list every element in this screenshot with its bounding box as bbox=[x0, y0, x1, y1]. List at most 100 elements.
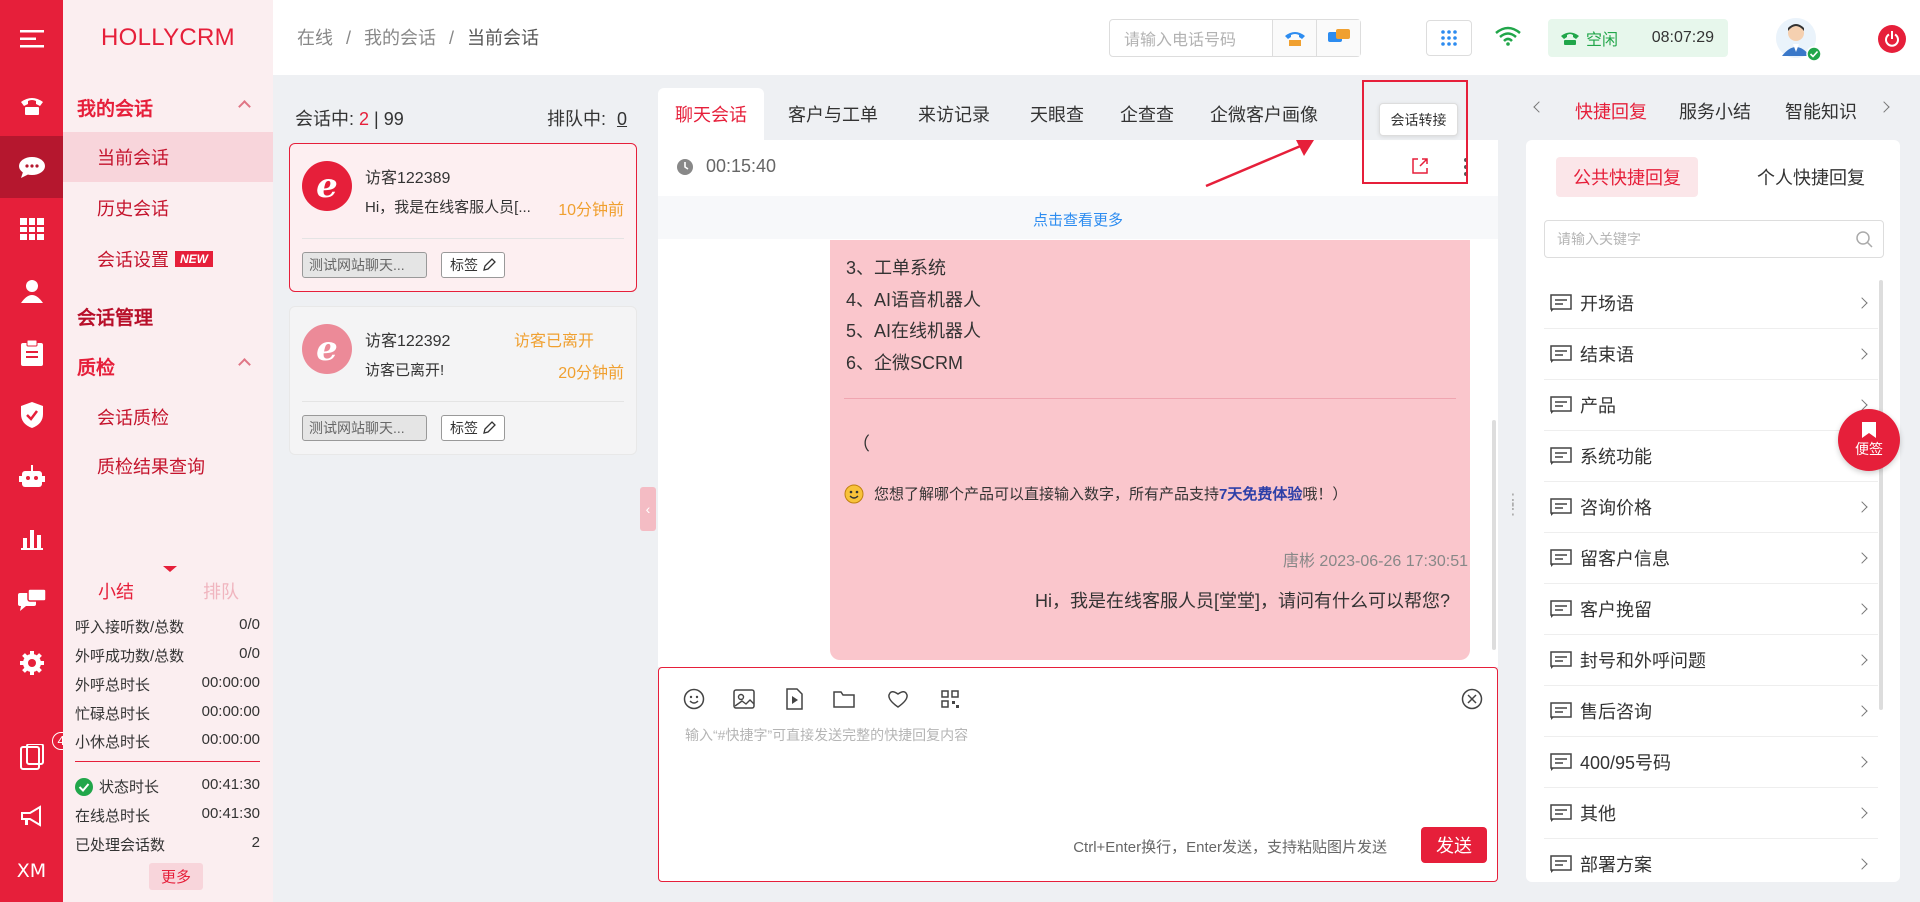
browser-icon: e bbox=[302, 324, 352, 374]
last-message: 访客已离开! bbox=[365, 362, 445, 379]
phone-input[interactable]: 请输入电话号码 bbox=[1110, 26, 1272, 50]
image-icon[interactable] bbox=[731, 686, 757, 712]
chevron-up-icon[interactable] bbox=[238, 100, 251, 113]
agent-message-bubble: Hi，我是在线客服人员[堂堂]，请问有什么可以帮您? bbox=[1016, 578, 1468, 622]
nav-item-session-settings[interactable]: 会话设置 NEW bbox=[63, 234, 273, 284]
more-button[interactable]: 更多 bbox=[149, 863, 203, 890]
message-composer: 输入“#快捷字”可直接发送完整的快捷回复内容 Ctrl+Enter换行，Ente… bbox=[658, 667, 1498, 882]
tab-service-summary[interactable]: 服务小结 bbox=[1679, 98, 1751, 124]
folder-icon[interactable] bbox=[831, 686, 857, 712]
nav-item-session-quality[interactable]: 会话质检 bbox=[63, 392, 273, 442]
tab-tianyancha[interactable]: 天眼查 bbox=[1030, 88, 1084, 140]
list-item[interactable]: 封号和外呼问题 bbox=[1544, 635, 1878, 686]
nav-section-session-management[interactable]: 会话管理 bbox=[77, 303, 153, 330]
tab-chat-session[interactable]: 聊天会话 bbox=[658, 88, 764, 140]
menu-icon[interactable] bbox=[0, 8, 63, 70]
list-scrollbar[interactable] bbox=[1879, 280, 1883, 710]
active-sessions-counter: 会话中: 2 | 99 bbox=[295, 109, 404, 129]
messages-icon[interactable] bbox=[0, 570, 63, 632]
label-button[interactable]: 标签 bbox=[441, 415, 505, 441]
close-icon[interactable] bbox=[1459, 686, 1485, 712]
breadcrumb-item[interactable]: 我的会话 bbox=[364, 28, 436, 48]
send-button[interactable]: 发送 bbox=[1421, 827, 1487, 863]
phone-icon[interactable] bbox=[0, 74, 63, 136]
list-item[interactable]: 其他 bbox=[1544, 788, 1878, 839]
session-card[interactable]: e 访客122392 访客已离开 访客已离开! 20分钟前 测试网站聊天... … bbox=[289, 306, 637, 455]
list-item[interactable]: 部署方案 bbox=[1544, 839, 1878, 878]
session-card[interactable]: e 访客122389 Hi，我是在线客服人员[... 10分钟前 测试网站聊天.… bbox=[289, 143, 637, 292]
subtab-personal-reply[interactable]: 个人快捷回复 bbox=[1740, 157, 1882, 197]
list-item[interactable]: 400/95号码 bbox=[1544, 737, 1878, 788]
user-icon[interactable] bbox=[0, 260, 63, 322]
queue-counter: 排队中: 0 bbox=[547, 109, 628, 129]
last-message: Hi，我是在线客服人员[... bbox=[365, 199, 531, 216]
phone-input-group: 请输入电话号码 bbox=[1109, 19, 1361, 57]
breadcrumb-item[interactable]: 在线 bbox=[297, 28, 333, 48]
power-icon bbox=[1885, 31, 1899, 47]
chat-bubbles-icon bbox=[1327, 29, 1350, 42]
megaphone-icon[interactable] bbox=[0, 785, 63, 847]
message-button[interactable] bbox=[1316, 20, 1360, 56]
list-item[interactable]: 售后咨询 bbox=[1544, 686, 1878, 737]
message-line: 5、AI在线机器人 bbox=[846, 321, 982, 341]
nav-section-my-sessions[interactable]: 我的会话 bbox=[77, 94, 153, 121]
collapse-handle[interactable]: ‹ bbox=[640, 487, 656, 531]
queue-tab[interactable]: 排队 bbox=[203, 578, 239, 604]
subtab-public-reply[interactable]: 公共快捷回复 bbox=[1556, 157, 1698, 197]
nav-item-current-session[interactable]: 当前会话 bbox=[63, 132, 273, 182]
apps-grid-button[interactable] bbox=[1426, 20, 1472, 56]
heart-icon[interactable] bbox=[885, 686, 911, 712]
tab-visit-records[interactable]: 来访记录 bbox=[918, 88, 990, 140]
message-time: 20分钟前 bbox=[558, 365, 624, 382]
send-hint: Ctrl+Enter换行，Enter发送，支持粘贴图片发送 bbox=[1073, 839, 1387, 856]
transfer-tooltip: 会话转接 bbox=[1379, 103, 1458, 136]
power-button[interactable] bbox=[1878, 25, 1906, 53]
message-line: 6、企微SCRM bbox=[846, 353, 964, 373]
video-icon[interactable] bbox=[781, 686, 807, 712]
emoji-icon[interactable] bbox=[681, 686, 707, 712]
user-initials[interactable]: XM bbox=[0, 840, 63, 902]
list-item[interactable]: 结束语 bbox=[1544, 329, 1878, 380]
tab-quick-reply[interactable]: 快捷回复 bbox=[1575, 98, 1647, 124]
nav-item-history-session[interactable]: 历史会话 bbox=[63, 183, 273, 233]
chat-icon[interactable] bbox=[0, 136, 63, 198]
source-tag: 测试网站聊天... bbox=[302, 415, 427, 441]
visitor-left-status: 访客已离开 bbox=[513, 333, 594, 350]
quick-reply-panel: 公共快捷回复 个人快捷回复 请输入关键字 开场语 结束语 产品 系统功能 咨询价… bbox=[1526, 140, 1900, 882]
clipboard-icon[interactable] bbox=[0, 322, 63, 384]
stat-row: 状态时长 00:41:30 bbox=[75, 776, 260, 797]
chevron-left-icon[interactable] bbox=[1533, 101, 1545, 113]
shield-icon[interactable] bbox=[0, 384, 63, 446]
bar-chart-icon[interactable] bbox=[0, 508, 63, 570]
list-item[interactable]: 产品 bbox=[1544, 380, 1878, 431]
list-item[interactable]: 咨询价格 bbox=[1544, 482, 1878, 533]
settings-icon[interactable] bbox=[0, 632, 63, 694]
label-button[interactable]: 标签 bbox=[441, 252, 505, 278]
notebook-icon[interactable]: 42 bbox=[0, 726, 78, 788]
list-item[interactable]: 开场语 bbox=[1544, 278, 1878, 329]
chevron-up-icon[interactable] bbox=[238, 358, 251, 371]
list-item[interactable]: 留客户信息 bbox=[1544, 533, 1878, 584]
tab-customer-orders[interactable]: 客户与工单 bbox=[788, 88, 878, 140]
list-item[interactable]: 系统功能 bbox=[1544, 431, 1878, 482]
tab-smart-knowledge[interactable]: 智能知识 bbox=[1785, 98, 1857, 124]
load-more-link[interactable]: 点击查看更多 bbox=[1033, 209, 1123, 230]
stat-row: 忙碌总时长 00:00:00 bbox=[75, 703, 260, 723]
check-circle-icon bbox=[75, 777, 93, 796]
keyword-search-input[interactable]: 请输入关键字 bbox=[1544, 220, 1884, 258]
list-item[interactable]: 客户挽留 bbox=[1544, 584, 1878, 635]
summary-tab[interactable]: 小结 bbox=[98, 578, 134, 604]
chevron-right-icon[interactable] bbox=[1878, 101, 1890, 113]
memo-button[interactable]: 便签 bbox=[1838, 409, 1900, 471]
avatar[interactable] bbox=[1776, 18, 1822, 62]
table-icon[interactable] bbox=[0, 198, 63, 260]
tab-qichacha[interactable]: 企查查 bbox=[1120, 88, 1174, 140]
call-button[interactable] bbox=[1272, 20, 1316, 56]
robot-icon[interactable] bbox=[0, 446, 63, 508]
nav-item-quality-results[interactable]: 质检结果查询 bbox=[63, 441, 273, 491]
message-input[interactable]: 输入“#快捷字”可直接发送完整的快捷回复内容 bbox=[685, 725, 968, 745]
chat-scrollbar[interactable] bbox=[1492, 420, 1496, 650]
nav-section-quality[interactable]: 质检 bbox=[77, 353, 115, 380]
agent-status[interactable]: 空闲 08:07:29 bbox=[1548, 19, 1728, 57]
qrcode-icon[interactable] bbox=[937, 686, 963, 712]
